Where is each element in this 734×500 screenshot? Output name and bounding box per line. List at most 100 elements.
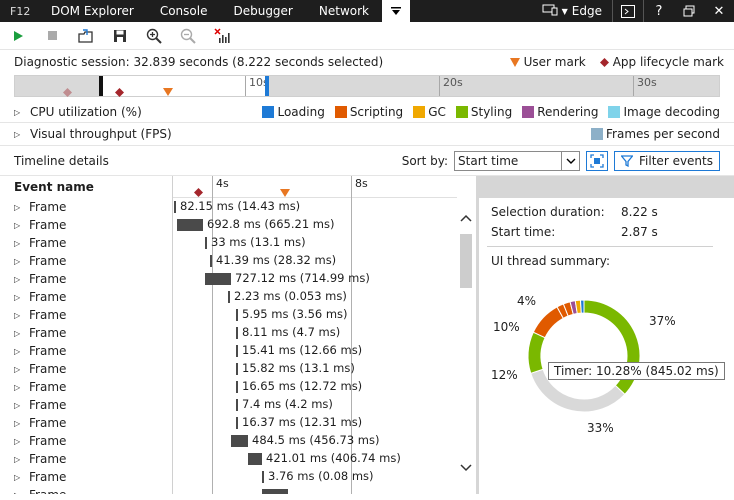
expand-triangle-icon[interactable]: ▷ bbox=[14, 203, 29, 212]
event-row[interactable]: ▷Frame bbox=[14, 468, 170, 486]
event-row[interactable]: ▷Frame bbox=[14, 378, 170, 396]
expand-triangle-icon[interactable]: ▷ bbox=[14, 311, 29, 320]
event-bar[interactable] bbox=[236, 309, 238, 321]
event-list: ▷ Frame ▷ Frame ▷ Frame ▷ Frame ▷ Frame ▷ Frame ▷ Fra… bbox=[14, 198, 170, 494]
event-row[interactable]: ▷Frame bbox=[14, 342, 170, 360]
zoom-in-icon[interactable] bbox=[144, 26, 164, 46]
event-name-column-header[interactable]: Event name bbox=[14, 180, 94, 194]
expand-triangle-icon[interactable]: ▷ bbox=[14, 437, 29, 446]
event-bar[interactable] bbox=[236, 363, 238, 375]
pct-label: 33% bbox=[587, 421, 614, 435]
donut-slice[interactable] bbox=[579, 299, 585, 314]
event-row[interactable]: ▷Frame bbox=[14, 198, 170, 216]
event-row[interactable]: ▷Frame bbox=[14, 432, 170, 450]
expand-triangle-icon[interactable]: ▷ bbox=[14, 419, 29, 428]
sort-by-select[interactable]: Start time bbox=[454, 151, 581, 171]
help-icon[interactable]: ? bbox=[644, 0, 674, 22]
event-row[interactable]: ▷Frame bbox=[14, 360, 170, 378]
save-icon[interactable] bbox=[110, 26, 130, 46]
event-bar[interactable] bbox=[236, 399, 238, 411]
legend-color-swatch bbox=[413, 106, 426, 118]
close-icon[interactable]: ✕ bbox=[704, 0, 734, 22]
tab-dom-explorer[interactable]: DOM Explorer bbox=[38, 0, 147, 22]
cpu-utilization-section[interactable]: ▷ CPU utilization (%) Loading Scripting GC… bbox=[14, 102, 720, 122]
donut-slice[interactable] bbox=[527, 331, 546, 374]
filter-events-button[interactable]: Filter events bbox=[614, 151, 720, 171]
event-name: Frame bbox=[29, 452, 67, 466]
event-bar[interactable] bbox=[174, 201, 176, 213]
event-bar[interactable] bbox=[248, 453, 262, 465]
expand-triangle-icon[interactable]: ▷ bbox=[14, 347, 29, 356]
visual-throughput-section[interactable]: ▷ Visual throughput (FPS) Frames per sec… bbox=[14, 124, 720, 144]
lifecycle-diamond-icon bbox=[63, 88, 72, 97]
event-row[interactable]: ▷Frame bbox=[14, 324, 170, 342]
start-play-icon[interactable] bbox=[8, 26, 28, 46]
event-name: Frame bbox=[29, 308, 67, 322]
event-bar[interactable] bbox=[205, 273, 231, 285]
expand-triangle-icon[interactable]: ▷ bbox=[14, 275, 29, 284]
expand-triangle-icon[interactable]: ▷ bbox=[14, 239, 29, 248]
event-bar[interactable] bbox=[262, 489, 288, 494]
lifecycle-diamond-icon bbox=[115, 88, 124, 97]
event-row[interactable]: ▷Frame bbox=[14, 216, 170, 234]
event-row[interactable]: ▷Frame bbox=[14, 234, 170, 252]
event-duration-label: 15.41 ms (12.66 ms) bbox=[242, 343, 363, 357]
expand-triangle-icon[interactable]: ▷ bbox=[14, 329, 29, 338]
console-toggle-icon[interactable] bbox=[613, 0, 643, 22]
tab-debugger[interactable]: Debugger bbox=[220, 0, 305, 22]
sort-by-label: Sort by: bbox=[401, 154, 449, 168]
stop-icon[interactable] bbox=[42, 26, 62, 46]
undock-icon[interactable] bbox=[674, 0, 704, 22]
selection-handle-right[interactable] bbox=[265, 76, 269, 96]
expand-triangle-icon[interactable]: ▷ bbox=[14, 491, 29, 495]
vertical-scrollbar[interactable] bbox=[457, 198, 475, 494]
emulation-selector[interactable]: ▼ Edge bbox=[536, 0, 613, 22]
event-row[interactable]: ▷Frame bbox=[14, 486, 170, 494]
tab-overflow-chevron-icon[interactable] bbox=[381, 0, 410, 22]
event-row[interactable]: ▷Frame bbox=[14, 414, 170, 432]
scroll-down-icon[interactable] bbox=[460, 462, 472, 475]
expand-triangle-icon[interactable]: ▷ bbox=[14, 108, 24, 117]
expand-triangle-icon[interactable]: ▷ bbox=[14, 401, 29, 410]
event-bar[interactable] bbox=[236, 417, 238, 429]
expand-triangle-icon[interactable]: ▷ bbox=[14, 130, 24, 139]
event-bar[interactable] bbox=[262, 471, 264, 483]
zoom-to-selection-button[interactable] bbox=[586, 151, 609, 171]
expand-triangle-icon[interactable]: ▷ bbox=[14, 455, 29, 464]
event-bar[interactable] bbox=[228, 291, 230, 303]
donut-slice[interactable] bbox=[532, 306, 564, 339]
expand-triangle-icon[interactable]: ▷ bbox=[14, 365, 29, 374]
event-row[interactable]: ▷Frame bbox=[14, 270, 170, 288]
tab-network[interactable]: Network bbox=[306, 0, 382, 22]
event-bar[interactable] bbox=[205, 237, 207, 249]
event-row[interactable]: ▷Frame bbox=[14, 252, 170, 270]
pct-label: 10% bbox=[493, 320, 520, 334]
event-bar[interactable] bbox=[210, 255, 212, 267]
event-name: Frame bbox=[29, 272, 67, 286]
scrollbar-thumb[interactable] bbox=[460, 234, 472, 288]
import-icon[interactable] bbox=[76, 26, 96, 46]
expand-triangle-icon[interactable]: ▷ bbox=[14, 221, 29, 230]
event-bar[interactable] bbox=[236, 381, 238, 393]
expand-triangle-icon[interactable]: ▷ bbox=[14, 293, 29, 302]
expand-triangle-icon[interactable]: ▷ bbox=[14, 383, 29, 392]
event-bar[interactable] bbox=[177, 219, 203, 231]
zoom-out-icon[interactable] bbox=[178, 26, 198, 46]
selection-handle-left[interactable] bbox=[99, 76, 103, 96]
donut-slice[interactable] bbox=[583, 299, 641, 396]
ruler-tick: 10s bbox=[245, 76, 269, 96]
pct-label: 4% bbox=[517, 294, 537, 308]
event-row[interactable]: ▷Frame bbox=[14, 288, 170, 306]
event-bar[interactable] bbox=[236, 327, 238, 339]
event-bar[interactable] bbox=[236, 345, 238, 357]
event-row[interactable]: ▷Frame bbox=[14, 306, 170, 324]
event-bar[interactable] bbox=[231, 435, 248, 447]
session-timeline-ruler[interactable]: 10s 20s 30s bbox=[14, 75, 720, 97]
clear-selection-chart-icon[interactable] bbox=[212, 26, 232, 46]
event-row[interactable]: ▷Frame bbox=[14, 450, 170, 468]
expand-triangle-icon[interactable]: ▷ bbox=[14, 473, 29, 482]
tab-console[interactable]: Console bbox=[147, 0, 221, 22]
expand-triangle-icon[interactable]: ▷ bbox=[14, 257, 29, 266]
event-row[interactable]: ▷Frame bbox=[14, 396, 170, 414]
scroll-up-icon[interactable] bbox=[460, 212, 472, 225]
